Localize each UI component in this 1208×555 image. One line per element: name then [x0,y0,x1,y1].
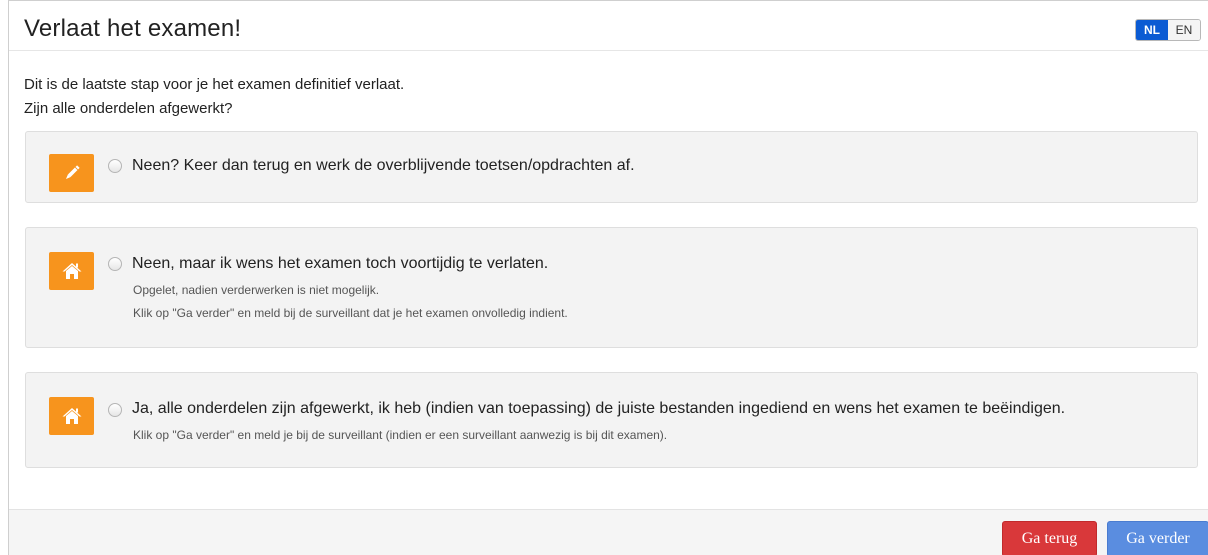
intro-line-2: Zijn alle onderdelen afgewerkt? [24,100,233,117]
option-finish-note-1: Klik op "Ga verder" en meld je bij de su… [133,428,668,442]
home-icon [49,397,94,435]
option-leave-early-note-1: Opgelet, nadien verderwerken is niet mog… [133,283,380,297]
option-leave-early-note-2: Klik op "Ga verder" en meld bij de surve… [133,306,568,320]
page-title: Verlaat het examen! [24,15,242,42]
option-finish-label[interactable]: Ja, alle onderdelen zijn afgewerkt, ik h… [132,400,1065,418]
dialog-footer: Ga terug Ga verder [9,509,1208,555]
pencil-icon [49,154,94,192]
dialog-header: Verlaat het examen! NL EN [9,1,1208,51]
option-return-radio[interactable] [108,159,122,173]
intro-line-1: Dit is de laatste stap voor je het exame… [24,76,405,93]
go-back-button[interactable]: Ga terug [1002,521,1097,555]
language-en-button[interactable]: EN [1168,20,1200,40]
home-icon [49,252,94,290]
language-switcher: NL EN [1135,19,1201,41]
option-leave-early-label[interactable]: Neen, maar ik wens het examen toch voort… [132,255,548,273]
option-return-label[interactable]: Neen? Keer dan terug en werk de overblij… [132,157,635,175]
intro-text: Dit is de laatste stap voor je het exame… [24,73,404,121]
language-nl-button[interactable]: NL [1136,20,1168,40]
option-leave-early-radio[interactable] [108,257,122,271]
option-finish-radio[interactable] [108,403,122,417]
option-return-panel[interactable]: Neen? Keer dan terug en werk de overblij… [25,131,1198,203]
option-leave-early-panel[interactable]: Neen, maar ik wens het examen toch voort… [25,227,1198,348]
exit-exam-dialog: Verlaat het examen! NL EN Dit is de laat… [8,0,1208,555]
option-finish-panel[interactable]: Ja, alle onderdelen zijn afgewerkt, ik h… [25,372,1198,468]
continue-button[interactable]: Ga verder [1107,521,1208,555]
